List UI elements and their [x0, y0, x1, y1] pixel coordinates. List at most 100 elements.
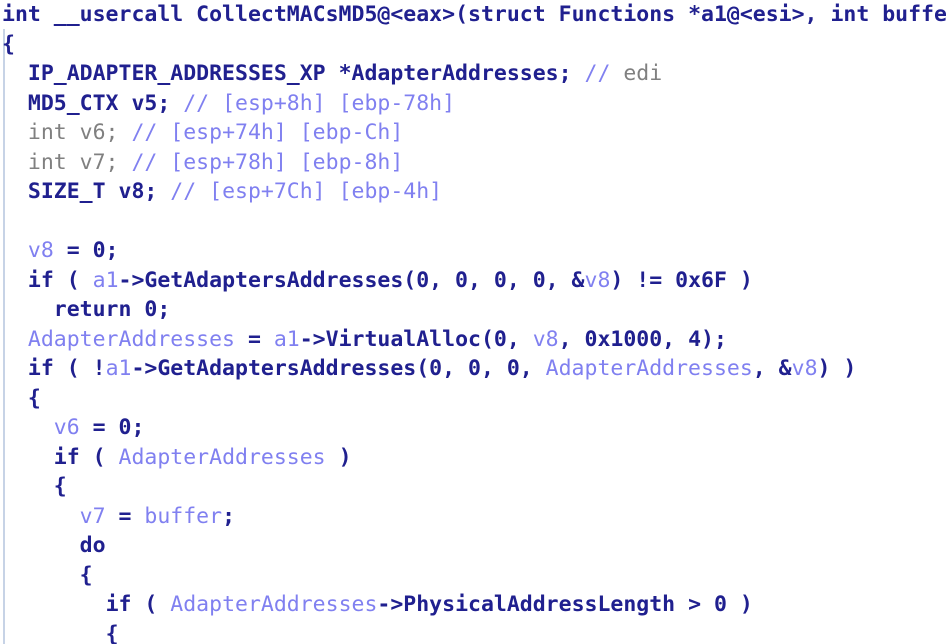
code-token-punct: {	[27, 385, 41, 411]
code-token-plain: ) )	[817, 356, 857, 381]
code-token-comment: [esp+7Ch] [ebp-4h]	[209, 179, 443, 204]
code-line[interactable]: v6 = 0;	[0, 413, 946, 443]
code-line[interactable]: v7 = buffer;	[0, 502, 946, 532]
code-token-plain: if ( !	[27, 356, 106, 381]
code-token-plain: do	[79, 533, 106, 558]
code-token-plain: if (	[27, 267, 93, 293]
code-token-plain: __usercall	[53, 2, 197, 27]
code-token-var[interactable]: v8	[585, 268, 611, 293]
code-token-var[interactable]: v6	[54, 415, 80, 440]
code-line[interactable]: {	[0, 561, 946, 591]
code-token-comment: [esp+74h] [ebp-Ch]	[170, 120, 404, 145]
code-token-comment: //	[584, 61, 624, 86]
code-token-punct: {	[2, 31, 15, 57]
code-token-punct: (	[455, 2, 469, 27]
code-line[interactable]: int v7; // [esp+78h] [ebp-8h]	[0, 148, 946, 178]
code-token-var[interactable]: buffer	[144, 504, 222, 529]
code-token-plain: ->VirtualAlloc(0,	[299, 326, 533, 352]
code-token-plain: ->GetAdaptersAddresses(0, 0, 0, 0, &	[118, 267, 585, 293]
code-token-punct: {	[79, 562, 93, 588]
code-token-plain: )	[325, 444, 352, 470]
code-token-plain: = 0;	[79, 415, 145, 440]
code-token-var[interactable]: v8	[28, 238, 54, 263]
code-token-var[interactable]: v8	[792, 356, 818, 381]
code-token-var[interactable]: AdapterAddresses	[28, 327, 235, 352]
code-token-plain: *AdapterAddresses;	[338, 61, 585, 86]
code-token-unused: int v7;	[27, 149, 132, 175]
code-token-plain: return 0;	[53, 297, 171, 322]
code-token-plain: , &	[752, 356, 792, 381]
code-token-plain: ) != 0x6F )	[610, 267, 753, 293]
code-line-list[interactable]: int __usercall CollectMACsMD5@<eax>(stru…	[0, 0, 946, 644]
code-token-plain: ;	[222, 503, 236, 529]
code-token-var[interactable]: a1	[274, 327, 300, 352]
code-line[interactable]: {	[0, 30, 946, 60]
code-token-var[interactable]: v7	[80, 504, 106, 529]
code-token-plain: = 0;	[53, 238, 119, 263]
code-line[interactable]: if ( !a1->GetAdaptersAddresses(0, 0, 0, …	[0, 354, 946, 384]
code-line[interactable]: int __usercall CollectMACsMD5@<eax>(stru…	[0, 0, 946, 30]
code-token-var[interactable]: a1	[106, 356, 132, 381]
code-token-comment: //	[131, 120, 171, 145]
code-token-plain: =	[105, 503, 145, 529]
code-token-comment: //	[183, 90, 223, 116]
code-token-plain: , 0x1000, 4);	[558, 326, 727, 352]
code-line[interactable]: if ( AdapterAddresses->PhysicalAddressLe…	[0, 590, 946, 620]
pseudocode-view[interactable]: int __usercall CollectMACsMD5@<eax>(stru…	[0, 0, 946, 644]
code-token-var[interactable]: a1	[93, 268, 119, 293]
code-line[interactable]: if ( a1->GetAdaptersAddresses(0, 0, 0, 0…	[0, 266, 946, 296]
code-line[interactable]: {	[0, 472, 946, 502]
code-token-plain: struct Functions *a1@<esi>, int buffer, …	[468, 2, 946, 27]
code-token-var[interactable]: AdapterAddresses	[170, 592, 377, 617]
code-token-punct: {	[53, 474, 67, 499]
code-token-plain: ->PhysicalAddressLength > 0 )	[377, 592, 753, 617]
code-token-var[interactable]: v8	[533, 327, 559, 352]
code-token-plain: ->GetAdaptersAddresses(0, 0, 0,	[131, 356, 546, 381]
code-line[interactable]: do	[0, 531, 946, 561]
code-token-plain: if (	[105, 592, 171, 617]
code-token-plain: MD5_CTX v5;	[27, 90, 184, 116]
code-token-comment: //	[131, 149, 171, 175]
code-token-comment: [esp+78h] [ebp-8h]	[170, 149, 404, 175]
code-line[interactable]: v8 = 0;	[0, 236, 946, 266]
code-token-plain: IP_ADAPTER_ADDRESSES_XP	[27, 61, 339, 86]
code-line[interactable]: SIZE_T v8; // [esp+7Ch] [ebp-4h]	[0, 177, 946, 207]
code-token-plain: =	[235, 326, 274, 352]
code-token-plain: int	[2, 2, 54, 27]
code-token-punct: {	[105, 621, 119, 644]
code-token-comment: [esp+8h] [ebp-78h]	[222, 90, 456, 116]
code-line[interactable]: return 0;	[0, 295, 946, 325]
code-line[interactable]: {	[0, 620, 946, 644]
code-line[interactable]: MD5_CTX v5; // [esp+8h] [ebp-78h]	[0, 89, 946, 119]
code-line[interactable]	[0, 207, 946, 237]
code-token-unused: int v6;	[27, 120, 132, 145]
code-token-var[interactable]: AdapterAddresses	[546, 356, 753, 381]
code-line[interactable]: IP_ADAPTER_ADDRESSES_XP *AdapterAddresse…	[0, 59, 946, 89]
code-token-plain: CollectMACsMD5@<eax>	[196, 2, 456, 27]
code-line[interactable]: AdapterAddresses = a1->VirtualAlloc(0, v…	[0, 325, 946, 355]
code-line[interactable]: if ( AdapterAddresses )	[0, 443, 946, 473]
code-token-comment: //	[170, 179, 210, 204]
code-line[interactable]: {	[0, 384, 946, 414]
code-token-plain: if (	[53, 444, 119, 470]
code-line[interactable]: int v6; // [esp+74h] [ebp-Ch]	[0, 118, 946, 148]
code-token-var[interactable]: AdapterAddresses	[119, 445, 326, 470]
